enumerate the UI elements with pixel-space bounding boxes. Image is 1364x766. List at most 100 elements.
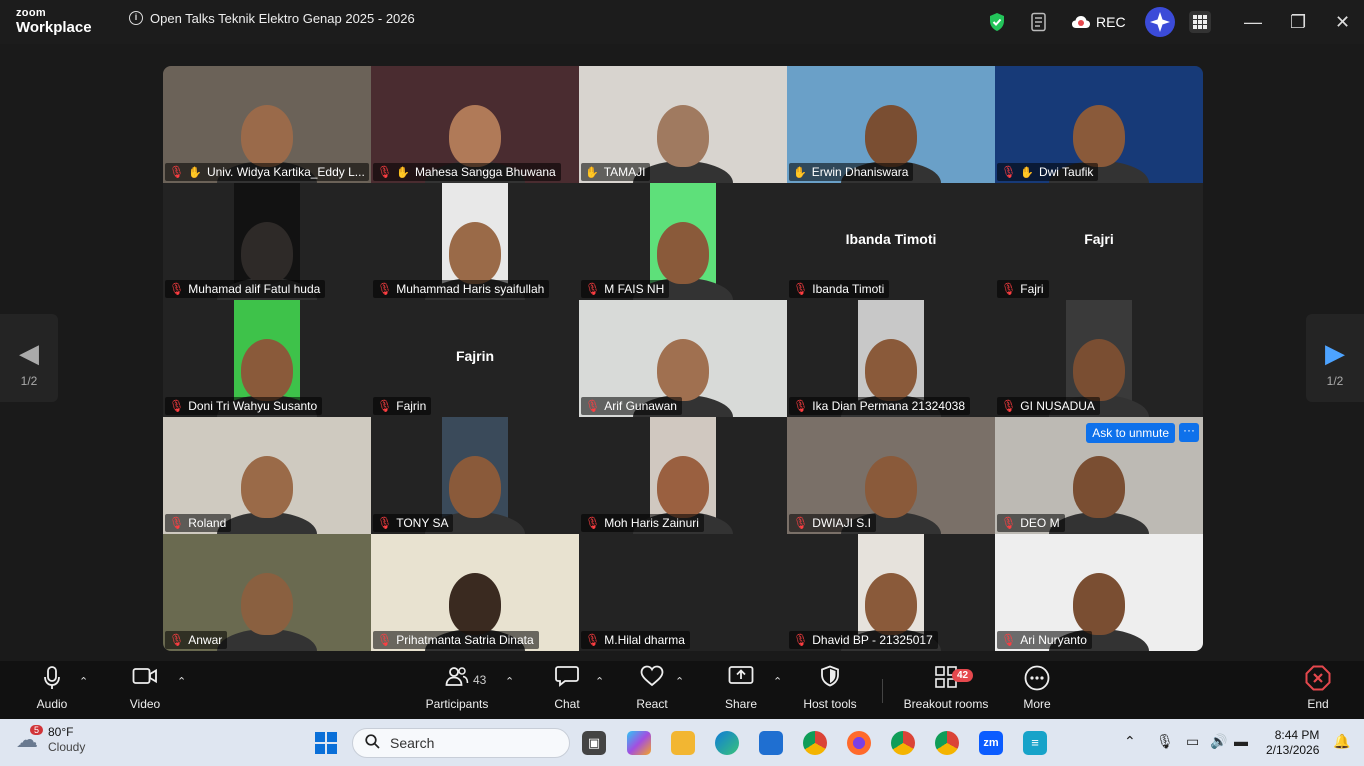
participant-tile[interactable]: 🎙 Doni Tri Wahyu Susanto xyxy=(163,300,371,417)
firefox-icon[interactable] xyxy=(847,731,871,755)
audio-button[interactable]: Audio xyxy=(34,665,70,711)
notes-icon[interactable] xyxy=(1030,0,1048,44)
participant-name: TONY SA xyxy=(396,516,449,530)
participant-tile[interactable]: 🎙 Muhamad alif Fatul huda xyxy=(163,183,371,300)
ask-to-unmute-button[interactable]: Ask to unmute xyxy=(1086,423,1175,443)
muted-microphone-icon: 🎙 xyxy=(169,633,185,647)
task-view-icon[interactable]: ▣ xyxy=(582,731,606,755)
network-icon[interactable]: ▭ xyxy=(1186,733,1199,750)
audio-options-chevron-icon[interactable]: ⌃ xyxy=(79,675,88,688)
react-button[interactable]: React xyxy=(634,665,670,711)
taskbar-search[interactable]: Search xyxy=(352,728,570,758)
store-icon[interactable] xyxy=(759,731,783,755)
participant-tile[interactable]: Fajri 🎙 Fajri xyxy=(995,183,1203,300)
close-icon[interactable]: ✕ xyxy=(1335,0,1350,44)
participant-tile[interactable]: 🎙 ✋ Mahesa Sangga Bhuwana xyxy=(371,66,579,183)
end-meeting-button[interactable]: End xyxy=(1302,665,1334,711)
participant-nameplate: 🎙 GI NUSADUA xyxy=(997,397,1100,415)
video-button[interactable]: Video xyxy=(126,665,164,711)
participant-tile[interactable]: 🎙 TONY SA xyxy=(371,417,579,534)
chrome-icon[interactable] xyxy=(803,731,827,755)
participant-tile[interactable]: 🎙 Muhammad Haris syaifullah xyxy=(371,183,579,300)
breakout-rooms-button[interactable]: Breakout rooms xyxy=(900,665,992,711)
participant-tile[interactable]: 🎙 ✋ Univ. Widya Kartika_Eddy L... xyxy=(163,66,371,183)
show-hidden-icons-chevron-icon[interactable]: ⌃ xyxy=(1124,733,1136,750)
info-icon[interactable]: i xyxy=(129,11,143,25)
participant-nameplate: 🎙 M FAIS NH xyxy=(581,280,670,298)
more-button[interactable]: More xyxy=(1020,665,1054,711)
participants-button[interactable]: Participants xyxy=(424,665,490,711)
participant-tile[interactable]: Fajrin 🎙 Fajrin xyxy=(371,300,579,417)
participant-tile[interactable]: 🎙 Prihatmanta Satria Dinata xyxy=(371,534,579,651)
participant-silhouette-head xyxy=(449,573,501,635)
participant-silhouette-head xyxy=(657,222,709,284)
react-options-chevron-icon[interactable]: ⌃ xyxy=(675,675,684,688)
participant-tile[interactable]: 🎙 DEO M Ask to unmute ··· xyxy=(995,417,1203,534)
ai-companion-icon[interactable] xyxy=(1144,0,1176,44)
minimize-icon[interactable]: — xyxy=(1244,0,1262,44)
next-page-button[interactable]: ▶ 1/2 xyxy=(1306,314,1364,402)
volume-icon[interactable]: 🔊 xyxy=(1210,733,1227,750)
participant-tile[interactable]: ✋ TAMAJI xyxy=(579,66,787,183)
participant-nameplate: 🎙 ✋ Univ. Widya Kartika_Eddy L... xyxy=(165,163,369,181)
participant-tile[interactable]: 🎙 Moh Haris Zainuri xyxy=(579,417,787,534)
copilot-icon[interactable] xyxy=(627,731,651,755)
chrome-profile-icon[interactable] xyxy=(891,731,915,755)
battery-icon[interactable]: ▬ xyxy=(1234,733,1248,749)
edge-icon[interactable] xyxy=(715,731,739,755)
share-options-chevron-icon[interactable]: ⌃ xyxy=(773,675,782,688)
file-explorer-icon[interactable] xyxy=(671,731,695,755)
taskbar-clock[interactable]: 8:44 PM 2/13/2026 xyxy=(1266,728,1319,758)
muted-microphone-icon: 🎙 xyxy=(585,282,601,296)
muted-microphone-icon: 🎙 xyxy=(585,399,601,413)
participant-tile[interactable]: 🎙 M FAIS NH xyxy=(579,183,787,300)
participant-tile[interactable]: 🎙 Arif Gunawan xyxy=(579,300,787,417)
raised-hand-icon: ✋ xyxy=(585,166,599,179)
chat-icon xyxy=(550,665,584,697)
participant-nameplate: 🎙 Anwar xyxy=(165,631,228,649)
heart-icon xyxy=(634,665,670,697)
participant-tile[interactable]: 🎙 DWIAJI S.I xyxy=(787,417,995,534)
participant-nameplate: 🎙 ✋ Dwi Taufik xyxy=(997,163,1099,181)
tray-microphone-icon[interactable]: 🎙 xyxy=(1156,733,1174,750)
participant-count: 43 xyxy=(473,673,487,687)
participant-tile[interactable]: Ibanda Timoti 🎙 Ibanda Timoti xyxy=(787,183,995,300)
windows-start-icon[interactable] xyxy=(315,732,337,754)
apps-grid-icon[interactable] xyxy=(1189,0,1211,44)
participant-name: Ika Dian Permana 21324038 xyxy=(812,399,966,413)
participant-silhouette-head xyxy=(1073,339,1125,401)
participant-tile[interactable]: 🎙 Ika Dian Permana 21324038 xyxy=(787,300,995,417)
notepad-icon[interactable]: ≡ xyxy=(1023,731,1047,755)
chat-options-chevron-icon[interactable]: ⌃ xyxy=(595,675,604,688)
previous-page-button[interactable]: ◀ 1/2 xyxy=(0,314,58,402)
chat-button[interactable]: Chat xyxy=(550,665,584,711)
participant-silhouette-head xyxy=(1073,456,1125,518)
participant-name: Moh Haris Zainuri xyxy=(604,516,699,530)
share-button[interactable]: Share xyxy=(723,665,759,711)
cloud-recording-indicator[interactable]: REC xyxy=(1071,0,1126,44)
participant-tile[interactable]: 🎙 M.Hilal dharma xyxy=(579,534,787,651)
participant-silhouette-head xyxy=(241,222,293,284)
muted-microphone-icon: 🎙 xyxy=(169,165,185,179)
participant-tile[interactable]: 🎙 Roland xyxy=(163,417,371,534)
notification-bell-icon[interactable]: 🔔 xyxy=(1333,733,1350,750)
participant-tile[interactable]: 🎙 Ari Nuryanto xyxy=(995,534,1203,651)
tile-more-options-button[interactable]: ··· xyxy=(1179,423,1199,442)
weather-widget[interactable]: ☁ 5 80°F Cloudy xyxy=(16,725,85,755)
participant-tile[interactable]: 🎙 Dhavid BP - 21325017 xyxy=(787,534,995,651)
chrome-profile-2-icon[interactable] xyxy=(935,731,959,755)
gallery-grid: 🎙 ✋ Univ. Widya Kartika_Eddy L... 🎙 ✋ Mahesa … xyxy=(163,66,1203,651)
video-options-chevron-icon[interactable]: ⌃ xyxy=(177,675,186,688)
encryption-shield-icon[interactable] xyxy=(988,0,1006,44)
zoom-app-icon[interactable]: zm xyxy=(979,731,1003,755)
muted-microphone-icon: 🎙 xyxy=(793,399,809,413)
restore-icon[interactable]: ❐ xyxy=(1290,0,1306,44)
participant-silhouette-head xyxy=(865,456,917,518)
host-tools-button[interactable]: Host tools xyxy=(800,665,860,711)
participants-options-chevron-icon[interactable]: ⌃ xyxy=(505,675,514,688)
muted-microphone-icon: 🎙 xyxy=(793,633,809,647)
participant-tile[interactable]: 🎙 Anwar xyxy=(163,534,371,651)
participant-tile[interactable]: 🎙 ✋ Dwi Taufik xyxy=(995,66,1203,183)
participant-tile[interactable]: 🎙 GI NUSADUA xyxy=(995,300,1203,417)
participant-tile[interactable]: ✋ Erwin Dhaniswara xyxy=(787,66,995,183)
